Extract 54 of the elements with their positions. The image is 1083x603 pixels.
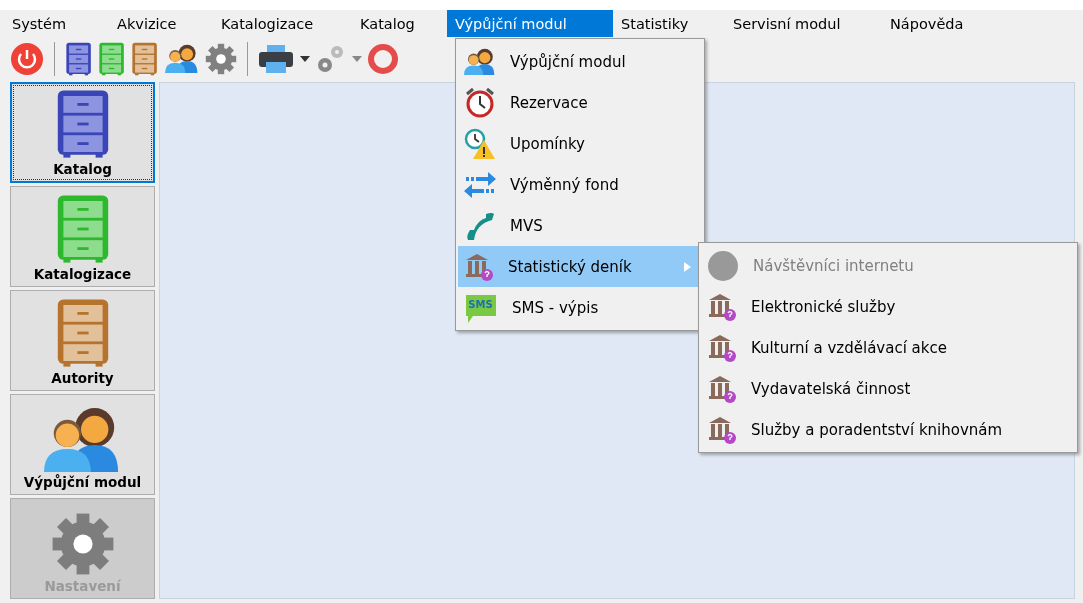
printer-icon[interactable]	[257, 43, 294, 74]
menu-title[interactable]: Výpůjční modul	[447, 10, 613, 38]
menu-item[interactable]: Vydavatelská činnost	[701, 368, 1075, 409]
cabinet-icon	[65, 41, 93, 76]
people-icon	[164, 44, 199, 74]
menu-title[interactable]: Nápověda	[882, 10, 1002, 38]
cabinet-icon	[98, 41, 126, 76]
menu-item-label: Elektronické služby	[751, 297, 897, 316]
bank-icon	[707, 373, 737, 404]
lifebuoy-icon[interactable]	[367, 43, 398, 74]
menu-item-label: Služby a poradentství knihovnám	[751, 420, 1004, 439]
menu-item[interactable]: SMS SMS - výpis	[458, 287, 702, 328]
module-button[interactable]: Katalog	[10, 82, 155, 183]
sms-label: SMS	[467, 298, 494, 310]
menu-item-label: Výpůjční modul	[510, 52, 627, 71]
menu-title[interactable]: Akvizice	[109, 10, 213, 38]
power-icon[interactable]	[10, 41, 44, 76]
menu-item-label: Návštěvníci internetu	[753, 256, 915, 275]
module-button[interactable]: Autority	[10, 290, 155, 391]
people-icon	[464, 47, 496, 76]
menu-item[interactable]: Upomínky	[458, 123, 702, 164]
menu-title[interactable]: Servisní modul	[725, 10, 882, 38]
menu-title[interactable]: Statistiky	[613, 10, 725, 38]
menu-item[interactable]: Kulturní a vzdělávací akce	[701, 327, 1075, 368]
menu-item-label: MVS	[510, 216, 544, 235]
bank-icon	[707, 291, 737, 322]
gears-icon[interactable]	[315, 43, 346, 74]
gear-icon	[204, 42, 237, 75]
clock-warning-icon	[464, 127, 496, 160]
menu-item-label: Vydavatelská činnost	[751, 379, 912, 398]
menu-item[interactable]: Rezervace	[458, 82, 702, 123]
cabinet-icon	[131, 41, 159, 76]
module-button[interactable]: Katalogizace	[10, 186, 155, 287]
menu-item-label: Kulturní a vzdělávací akce	[751, 338, 948, 357]
bank-icon	[464, 251, 494, 282]
menu-item[interactable]: Služby a poradentství knihovnám	[701, 409, 1075, 450]
circle-icon	[707, 249, 739, 282]
menu-item[interactable]: Elektronické služby	[701, 286, 1075, 327]
bank-icon	[707, 332, 737, 363]
alarm-clock-icon	[464, 86, 496, 119]
menu-item-label: Výměnný fond	[510, 175, 620, 194]
menu-item-label: Upomínky	[510, 134, 586, 153]
menu-item-label: Rezervace	[510, 93, 589, 112]
menu-item[interactable]: MVS	[458, 205, 702, 246]
module-button[interactable]: Výpůjční modul	[10, 394, 155, 495]
menu-title[interactable]: Katalogizace	[213, 10, 352, 38]
menu-title[interactable]: Systém	[4, 10, 109, 38]
menu-title[interactable]: Katalog	[352, 10, 447, 38]
menu-item-label: SMS - výpis	[512, 298, 600, 317]
gear-icon	[50, 512, 115, 576]
bank-icon	[707, 414, 737, 445]
caret-icon[interactable]	[299, 55, 310, 62]
menu-item[interactable]: Výměnný fond	[458, 164, 702, 205]
menu-item-label: Statistický deník	[508, 257, 633, 276]
